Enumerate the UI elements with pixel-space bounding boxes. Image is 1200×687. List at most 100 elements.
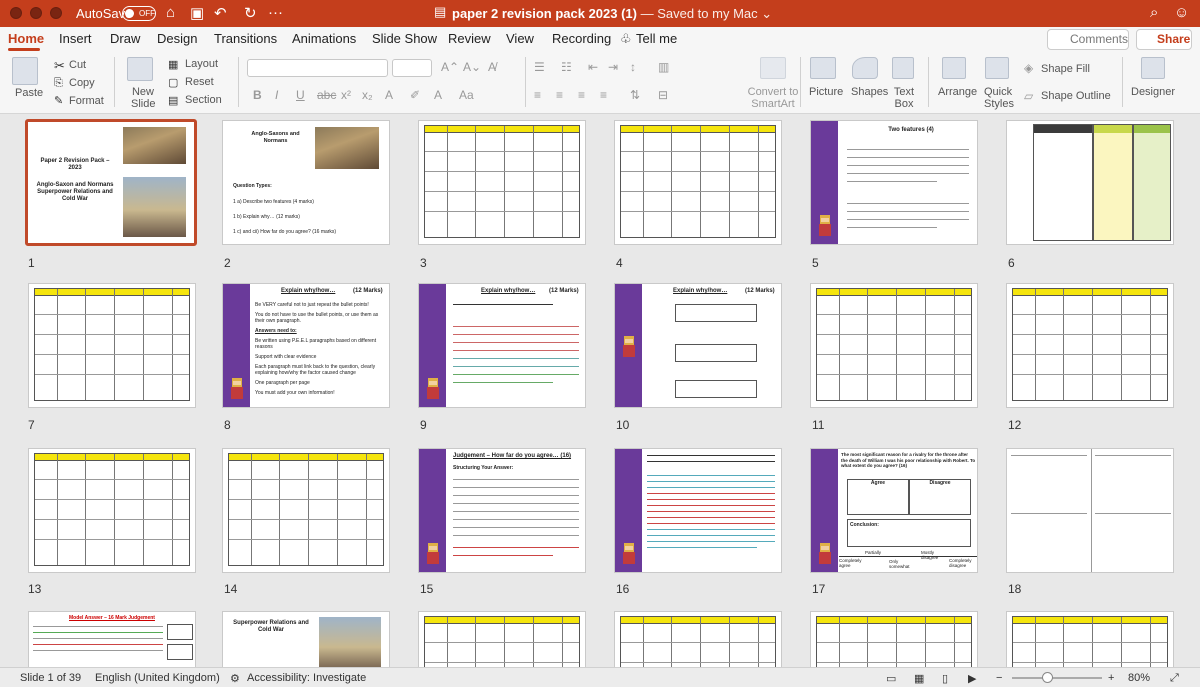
shapes-icon[interactable]	[852, 57, 878, 79]
language-indicator[interactable]: English (United Kingdom)	[95, 672, 220, 684]
tab-view[interactable]: View	[506, 31, 534, 46]
slide-thumbnail-5[interactable]: Two features (4)	[810, 120, 978, 245]
superscript-icon[interactable]: x²	[341, 88, 351, 102]
slide-thumbnail-18[interactable]	[1006, 448, 1174, 573]
slide-thumbnail-2[interactable]: Anglo-Saxons and Normans Question Types:…	[222, 120, 390, 245]
autosave-toggle[interactable]: OFF	[122, 6, 156, 21]
justify-icon[interactable]: ≡	[600, 88, 607, 102]
fit-to-window-icon[interactable]: ⤢	[1170, 672, 1179, 685]
tell-me-search[interactable]: Tell me	[636, 31, 677, 46]
clear-format-icon[interactable]: A̸	[488, 60, 496, 74]
slide-thumbnail-19[interactable]: Model Answer – 16 Mark Judgement	[28, 611, 196, 667]
slide-thumbnail-20[interactable]: Superpower Relations and Cold War	[222, 611, 390, 667]
text-box-button[interactable]: Text Box	[893, 86, 915, 110]
tab-home[interactable]: Home	[8, 31, 44, 46]
text-direction-icon[interactable]: ⇅	[630, 88, 640, 102]
convert-smartart-button[interactable]: Convert to SmartArt	[741, 86, 805, 110]
designer-icon[interactable]	[1141, 57, 1165, 79]
slide-thumbnail-24[interactable]	[1006, 611, 1174, 667]
underline-icon[interactable]: U	[296, 88, 305, 102]
slide-thumbnail-21[interactable]	[418, 611, 586, 667]
copy-button[interactable]: Copy	[69, 77, 95, 89]
comments-button[interactable]: Comments	[1047, 29, 1129, 50]
reading-view-icon[interactable]: ▯	[942, 672, 948, 685]
subscript-icon[interactable]: x₂	[362, 88, 373, 102]
tab-design[interactable]: Design	[157, 31, 197, 46]
slide-thumbnail-22[interactable]	[614, 611, 782, 667]
shape-outline-icon[interactable]: ▱	[1024, 89, 1033, 103]
slide-thumbnail-9[interactable]: Explain why/how… (12 Marks)	[418, 283, 586, 408]
grow-font-icon[interactable]: A⌃	[441, 60, 459, 74]
slide-thumbnail-8[interactable]: Explain why/how… (12 Marks) Be VERY care…	[222, 283, 390, 408]
close-window-button[interactable]	[10, 7, 22, 19]
slide-thumbnail-17[interactable]: The most significant reason for a rivalr…	[810, 448, 978, 573]
slide-thumbnail-3[interactable]	[418, 120, 586, 245]
shape-outline-button[interactable]: Shape Outline	[1041, 90, 1111, 102]
shape-fill-icon[interactable]: ◈	[1024, 61, 1033, 75]
shapes-button[interactable]: Shapes	[851, 86, 888, 98]
slide-thumbnail-7[interactable]	[28, 283, 196, 408]
new-slide-icon[interactable]	[127, 57, 153, 81]
account-icon[interactable]: ☺	[1174, 4, 1189, 21]
zoom-out-icon[interactable]: −	[996, 672, 1002, 684]
designer-button[interactable]: Designer	[1131, 86, 1175, 98]
section-button[interactable]: Section	[185, 94, 222, 106]
reset-icon[interactable]: ▢	[168, 76, 178, 89]
zoom-in-icon[interactable]: +	[1108, 672, 1114, 684]
increase-indent-icon[interactable]: ⇥	[608, 60, 618, 74]
align-right-icon[interactable]: ≡	[578, 88, 585, 102]
slide-sorter-icon[interactable]: ▦	[914, 672, 924, 685]
slide-thumbnail-23[interactable]	[810, 611, 978, 667]
zoom-slider[interactable]	[1012, 677, 1102, 679]
slide-thumbnail-10[interactable]: Explain why/how… (12 Marks)	[614, 283, 782, 408]
normal-view-icon[interactable]: ▭	[886, 672, 896, 685]
slide-thumbnail-1[interactable]: Paper 2 Revision Pack – 2023 Anglo-Saxon…	[25, 119, 197, 246]
align-left-icon[interactable]: ≡	[534, 88, 541, 102]
columns-icon[interactable]: ▥	[658, 60, 669, 74]
search-icon[interactable]: ⌕	[1150, 4, 1158, 21]
layout-button[interactable]: Layout	[185, 58, 218, 70]
format-painter-button[interactable]: Format	[69, 95, 104, 107]
slideshow-icon[interactable]: ▶	[968, 672, 976, 685]
undo-icon[interactable]: ↶	[214, 4, 227, 22]
copy-icon[interactable]: ⎘	[54, 77, 63, 90]
shape-fill-button[interactable]: Shape Fill	[1041, 63, 1090, 75]
slide-thumbnail-16[interactable]	[614, 448, 782, 573]
reset-button[interactable]: Reset	[185, 76, 214, 88]
smartart-icon[interactable]	[760, 57, 786, 79]
zoom-slider-thumb[interactable]	[1042, 672, 1053, 683]
arrange-button[interactable]: Arrange	[938, 86, 977, 98]
picture-button[interactable]: Picture	[809, 86, 843, 98]
cut-button[interactable]: Cut	[69, 59, 86, 71]
slide-thumbnail-13[interactable]	[28, 448, 196, 573]
save-icon[interactable]: ▣	[190, 4, 204, 22]
scissors-icon[interactable]: ✂	[54, 58, 65, 74]
picture-icon[interactable]	[810, 57, 836, 79]
format-painter-icon[interactable]: ✎	[54, 94, 63, 107]
highlight-icon[interactable]: ✐	[410, 88, 420, 102]
tab-draw[interactable]: Draw	[110, 31, 140, 46]
tab-animations[interactable]: Animations	[292, 31, 356, 46]
zoom-window-button[interactable]	[50, 7, 62, 19]
tab-review[interactable]: Review	[448, 31, 491, 46]
minimize-window-button[interactable]	[30, 7, 42, 19]
font-size-select[interactable]	[392, 59, 432, 77]
font-color-icon[interactable]: A	[385, 88, 393, 102]
tab-slide-show[interactable]: Slide Show	[372, 31, 437, 46]
more-icon[interactable]: ···	[268, 4, 283, 21]
text-box-icon[interactable]	[892, 57, 914, 79]
tab-insert[interactable]: Insert	[59, 31, 92, 46]
tab-transitions[interactable]: Transitions	[214, 31, 277, 46]
text-effects-icon[interactable]: A	[434, 88, 442, 102]
tab-recording[interactable]: Recording	[552, 31, 611, 46]
slide-thumbnail-6[interactable]	[1006, 120, 1174, 245]
numbering-icon[interactable]: ☷	[561, 60, 572, 74]
arrange-icon[interactable]	[942, 57, 966, 79]
redo-icon[interactable]: ↻	[244, 4, 257, 22]
paste-label[interactable]: Paste	[15, 87, 43, 99]
zoom-level[interactable]: 80%	[1128, 672, 1150, 684]
slide-thumbnail-14[interactable]	[222, 448, 390, 573]
accessibility-status[interactable]: Accessibility: Investigate	[247, 672, 366, 684]
align-center-icon[interactable]: ≡	[556, 88, 563, 102]
layout-icon[interactable]: ▦	[168, 58, 178, 71]
